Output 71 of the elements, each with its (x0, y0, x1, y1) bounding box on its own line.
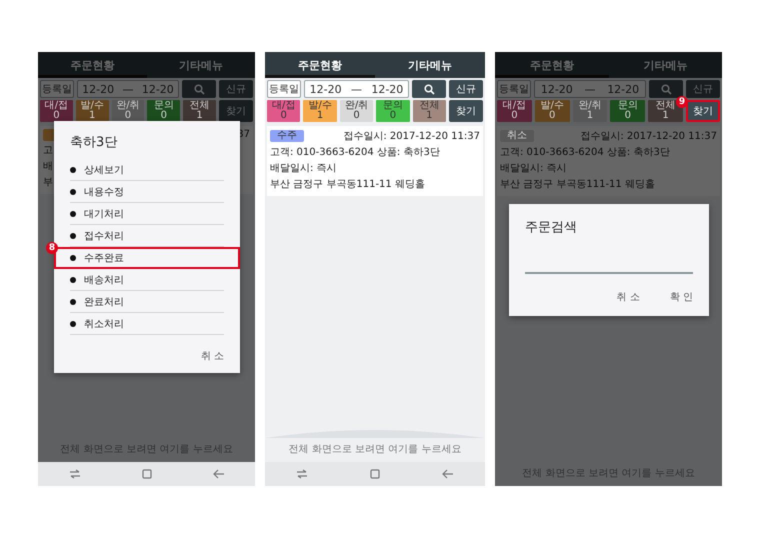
search-icon (660, 84, 672, 94)
confirm-button[interactable]: 확 인 (670, 290, 693, 304)
status-tile[interactable]: 문의 0 (376, 100, 410, 122)
bullet-icon (70, 320, 76, 326)
order-detail: 고 (43, 144, 53, 157)
status-tile[interactable]: 문의 0 (610, 100, 646, 122)
menu-item[interactable]: 접수처리 (70, 225, 224, 247)
order-detail: 배달일시: 즉시 (270, 162, 337, 175)
status-tile[interactable]: 완/취 0 (340, 100, 374, 122)
back-icon[interactable] (212, 469, 224, 479)
search-icon (194, 84, 204, 94)
status-tile[interactable]: 발/수 0 (534, 100, 570, 122)
status-tile[interactable]: 문의 0 (147, 100, 180, 122)
bullet-icon (70, 166, 76, 172)
status-tile[interactable]: 발/수 1 (303, 100, 337, 122)
status-tile[interactable]: 완/취 1 (572, 100, 608, 122)
order-detail: 부산 금정구 부곡동111-11 웨딩홀 (270, 178, 425, 191)
order-card[interactable]: 취소 접수일시: 2017-12-20 11:37 고객: 010-3663-6204 상품: 축하3단 배달일시: 즉시 부산 금정구 부곡동111-11 웨딩홀 (497, 126, 720, 196)
status-tile[interactable]: 전체 1 (183, 100, 216, 122)
status-tile[interactable]: 대/접 0 (40, 100, 73, 122)
bullet-icon (70, 232, 76, 238)
fullscreen-hint[interactable]: 전체 화면으로 보려면 여기를 누르세요 (265, 438, 485, 462)
tab[interactable]: 기타메뉴 (375, 52, 485, 78)
menu-item[interactable]: 완료처리 (70, 291, 224, 313)
status-tile[interactable]: 발/수 1 (76, 100, 109, 122)
cancel-button[interactable]: 취 소 (200, 349, 224, 363)
bullet-icon (70, 298, 76, 304)
status-badge: 수주 (270, 130, 304, 142)
date-type-button[interactable]: 등록일 (40, 80, 74, 98)
received-time: 접수일시: 2017-12-20 11:37 (580, 130, 717, 143)
cancel-button[interactable]: 취 소 (616, 290, 640, 304)
menu-item[interactable]: 상세보기 (70, 159, 224, 181)
search-icon (424, 84, 434, 94)
date-type-button[interactable]: 등록일 (497, 80, 531, 98)
dialog-title: 주문검색 (525, 219, 578, 236)
bullet-icon (70, 188, 76, 194)
order-detail: 부산 금정구 부곡동111-11 웨딩홀 (500, 178, 655, 191)
bullet-icon (70, 276, 76, 282)
bullet-icon (70, 210, 76, 216)
order-card[interactable]: 수주 접수일시: 2017-12-20 11:37 고객: 010-3663-6204 상품: 축하3단 배달일시: 즉시 부산 금정구 부곡동111-11 웨딩홀 (267, 126, 483, 196)
date-type-button[interactable]: 등록일 (267, 80, 301, 98)
status-tile[interactable]: 대/접 0 (267, 100, 300, 122)
order-detail: 고객: 010-3663-6204 상품: 축하3단 (500, 146, 670, 159)
home-icon[interactable] (142, 469, 152, 479)
date-range-field[interactable]: 12-20 — 12-20 (77, 80, 179, 98)
order-detail: 배달일시: 즉시 (500, 162, 567, 175)
status-tile[interactable]: 전체 1 (412, 100, 446, 122)
bullet-icon (70, 254, 76, 260)
new-button[interactable]: 신규 (449, 80, 483, 98)
recent-apps-icon[interactable] (296, 469, 308, 479)
search-button[interactable] (412, 80, 446, 98)
menu-item[interactable]: 내용수정 (70, 181, 224, 203)
menu-item[interactable]: 취소처리 (70, 313, 224, 335)
menu-item[interactable]: 대기처리 (70, 203, 224, 225)
status-badge: 취소 (500, 130, 534, 142)
dialog-title: 축하3단 (70, 134, 118, 151)
recent-apps-icon[interactable] (68, 469, 80, 479)
callout-marker: 8 (46, 242, 58, 254)
received-time: 접수일시: 2017-12-20 11:37 (343, 130, 480, 143)
menu-item[interactable]: 배송처리 (70, 269, 224, 291)
date-range-field[interactable]: 12-20 — 12-20 (304, 80, 409, 98)
back-icon[interactable] (442, 469, 454, 479)
find-button[interactable]: 찾기 (449, 100, 484, 122)
order-detail: 배 (43, 160, 53, 173)
status-tile[interactable]: 완/취 0 (112, 100, 144, 122)
order-detail: 고객: 010-3663-6204 상품: 축하3단 (270, 146, 440, 159)
order-detail: 부 (43, 176, 53, 189)
home-icon[interactable] (370, 469, 380, 479)
date-range-field[interactable]: 12-20 — 12-20 (534, 80, 646, 98)
status-tile[interactable]: 대/접 0 (497, 100, 532, 122)
find-button[interactable]: 찾기 (686, 100, 720, 122)
